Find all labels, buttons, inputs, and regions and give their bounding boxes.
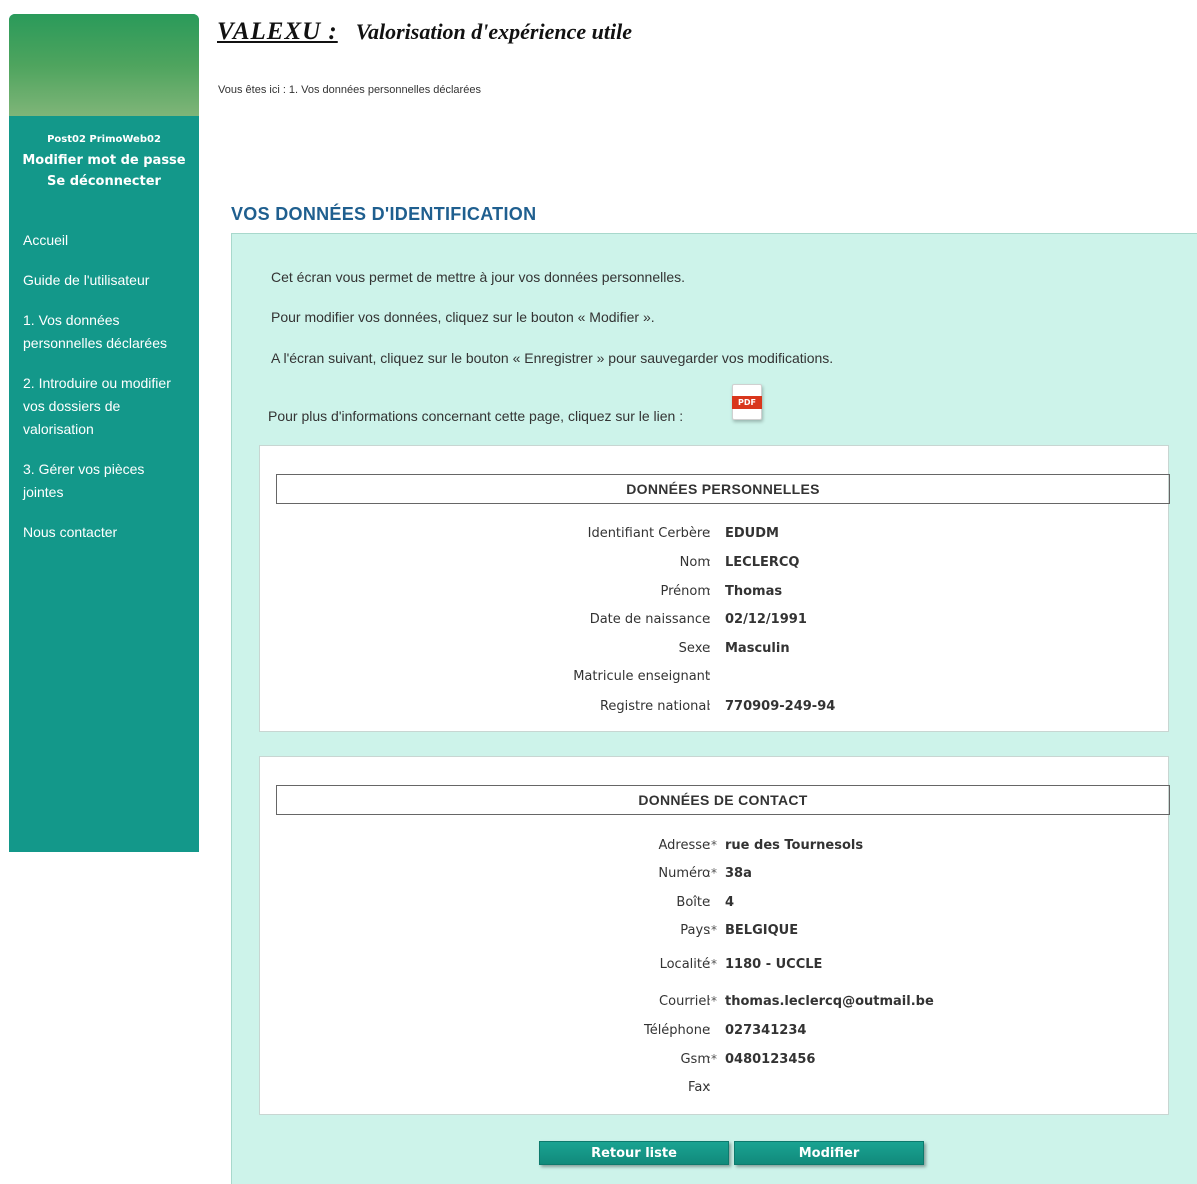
field-value: 027341234: [725, 1023, 807, 1038]
field-separator: :: [707, 555, 712, 569]
sidebar-item-dossiers[interactable]: 2. Introduire ou modifier vos dossiers d…: [23, 372, 185, 441]
field-value: thomas.leclercq@outmail.be: [725, 994, 934, 1009]
field-label: Boîte: [676, 895, 710, 910]
breadcrumb: Vous êtes ici : 1. Vos données personnel…: [218, 84, 481, 96]
field-separator: :*: [707, 994, 718, 1008]
field-label: Pays: [680, 923, 710, 938]
field-row: Téléphone : 027341234: [260, 1023, 1170, 1043]
user-block: Post02 PrimoWeb02 Modifier mot de passe …: [9, 134, 199, 189]
field-row: Pays :* BELGIQUE: [260, 923, 1170, 943]
edit-button[interactable]: Modifier: [734, 1141, 924, 1165]
intro-text-3: A l'écran suivant, cliquez sur le bouton…: [271, 350, 834, 366]
field-separator: :: [707, 584, 712, 598]
field-label: Nom: [679, 555, 710, 570]
field-value: rue des Tournesols: [725, 838, 864, 853]
field-value: EDUDM: [725, 526, 779, 541]
field-separator: :: [707, 699, 712, 713]
field-value: 4: [725, 895, 735, 910]
field-row: Identifiant Cerbère : EDUDM: [260, 526, 1170, 546]
field-separator: :: [707, 1080, 712, 1094]
field-separator: :*: [707, 838, 718, 852]
sidebar-item-accueil[interactable]: Accueil: [23, 229, 185, 252]
field-label: Numéro: [658, 866, 710, 881]
field-row: Numéro :* 38a: [260, 866, 1170, 886]
field-label: Prénom: [660, 584, 710, 599]
field-separator: :: [707, 612, 712, 626]
field-value: BELGIQUE: [725, 923, 799, 938]
field-separator: :: [707, 526, 712, 540]
logout-link[interactable]: Se déconnecter: [9, 174, 199, 189]
field-value: 02/12/1991: [725, 612, 807, 627]
field-value: 1180 - UCCLE: [725, 957, 823, 972]
field-row: Gsm :* 0480123456: [260, 1052, 1170, 1072]
intro-text-1: Cet écran vous permet de mettre à jour v…: [271, 269, 686, 285]
app-brand: VALEXU :: [217, 18, 338, 45]
field-label: Registre national: [599, 699, 710, 714]
field-label: Sexe: [678, 641, 710, 656]
field-value: Masculin: [725, 641, 790, 656]
field-label: Gsm: [680, 1052, 710, 1067]
field-row: Date de naissance : 02/12/1991: [260, 612, 1170, 632]
app-title: VALEXU : Valorisation d'expérience utile: [217, 18, 632, 46]
section-title: VOS DONNÉES D'IDENTIFICATION: [231, 204, 537, 224]
field-value: 0480123456: [725, 1052, 816, 1067]
field-separator: :*: [707, 1052, 718, 1066]
personal-data-card: DONNÉES PERSONNELLES Identifiant Cerbère…: [259, 445, 1170, 732]
user-name: Post02 PrimoWeb02: [47, 134, 161, 145]
field-label: Matricule enseignant: [573, 669, 710, 684]
sidebar-item-contact[interactable]: Nous contacter: [23, 521, 185, 544]
field-row: Matricule enseignant :: [260, 669, 1170, 689]
sidebar: Post02 PrimoWeb02 Modifier mot de passe …: [9, 14, 199, 852]
field-separator: :*: [707, 923, 718, 937]
contact-data-card: DONNÉES DE CONTACT Adresse :* rue des To…: [259, 756, 1170, 1115]
field-separator: :: [707, 641, 712, 655]
field-value: 38a: [725, 866, 752, 881]
field-label: Adresse: [658, 838, 710, 853]
field-label: Téléphone: [643, 1023, 710, 1038]
intro-text-2: Pour modifier vos données, cliquez sur l…: [271, 309, 655, 325]
pdf-icon-label: PDF: [732, 396, 762, 409]
field-row: Courriel :* thomas.leclercq@outmail.be: [260, 994, 1170, 1014]
field-row: Sexe : Masculin: [260, 641, 1170, 661]
sidebar-item-donnees-personnelles[interactable]: 1. Vos données personnelles déclarées: [23, 309, 185, 355]
sidebar-item-guide[interactable]: Guide de l'utilisateur: [23, 269, 185, 292]
field-separator: :*: [707, 957, 718, 971]
change-password-link[interactable]: Modifier mot de passe: [9, 153, 199, 168]
sidebar-banner: [9, 14, 199, 116]
field-value: 770909-249-94: [725, 699, 836, 714]
field-label: Courriel: [659, 994, 710, 1009]
sidebar-nav: Accueil Guide de l'utilisateur 1. Vos do…: [9, 229, 199, 544]
field-label: Date de naissance: [589, 612, 710, 627]
field-value: LECLERCQ: [725, 555, 800, 570]
field-row: Adresse :* rue des Tournesols: [260, 838, 1170, 858]
field-row: Localité :* 1180 - UCCLE: [260, 957, 1170, 977]
back-to-list-button[interactable]: Retour liste: [539, 1141, 729, 1165]
app-subtitle: Valorisation d'expérience utile: [355, 19, 632, 44]
field-label: Identifiant Cerbère: [587, 526, 710, 541]
field-row: Nom : LECLERCQ: [260, 555, 1170, 575]
field-separator: :: [707, 895, 712, 909]
field-separator: :: [707, 1023, 712, 1037]
personal-data-title: DONNÉES PERSONNELLES: [276, 474, 1170, 504]
field-row: Fax :: [260, 1080, 1170, 1100]
main-panel: Cet écran vous permet de mettre à jour v…: [231, 233, 1197, 1184]
field-label: Localité: [659, 957, 710, 972]
field-row: Boîte : 4: [260, 895, 1170, 915]
contact-data-title: DONNÉES DE CONTACT: [276, 785, 1170, 815]
field-separator: :*: [707, 866, 718, 880]
intro-text-4: Pour plus d'informations concernant cett…: [268, 408, 684, 424]
field-separator: :: [707, 669, 712, 683]
field-row: Prénom : Thomas: [260, 584, 1170, 604]
field-row: Registre national : 770909-249-94: [260, 699, 1170, 719]
sidebar-item-pieces-jointes[interactable]: 3. Gérer vos pièces jointes: [23, 458, 185, 504]
field-value: Thomas: [725, 584, 783, 599]
pdf-icon[interactable]: PDF: [732, 384, 762, 420]
